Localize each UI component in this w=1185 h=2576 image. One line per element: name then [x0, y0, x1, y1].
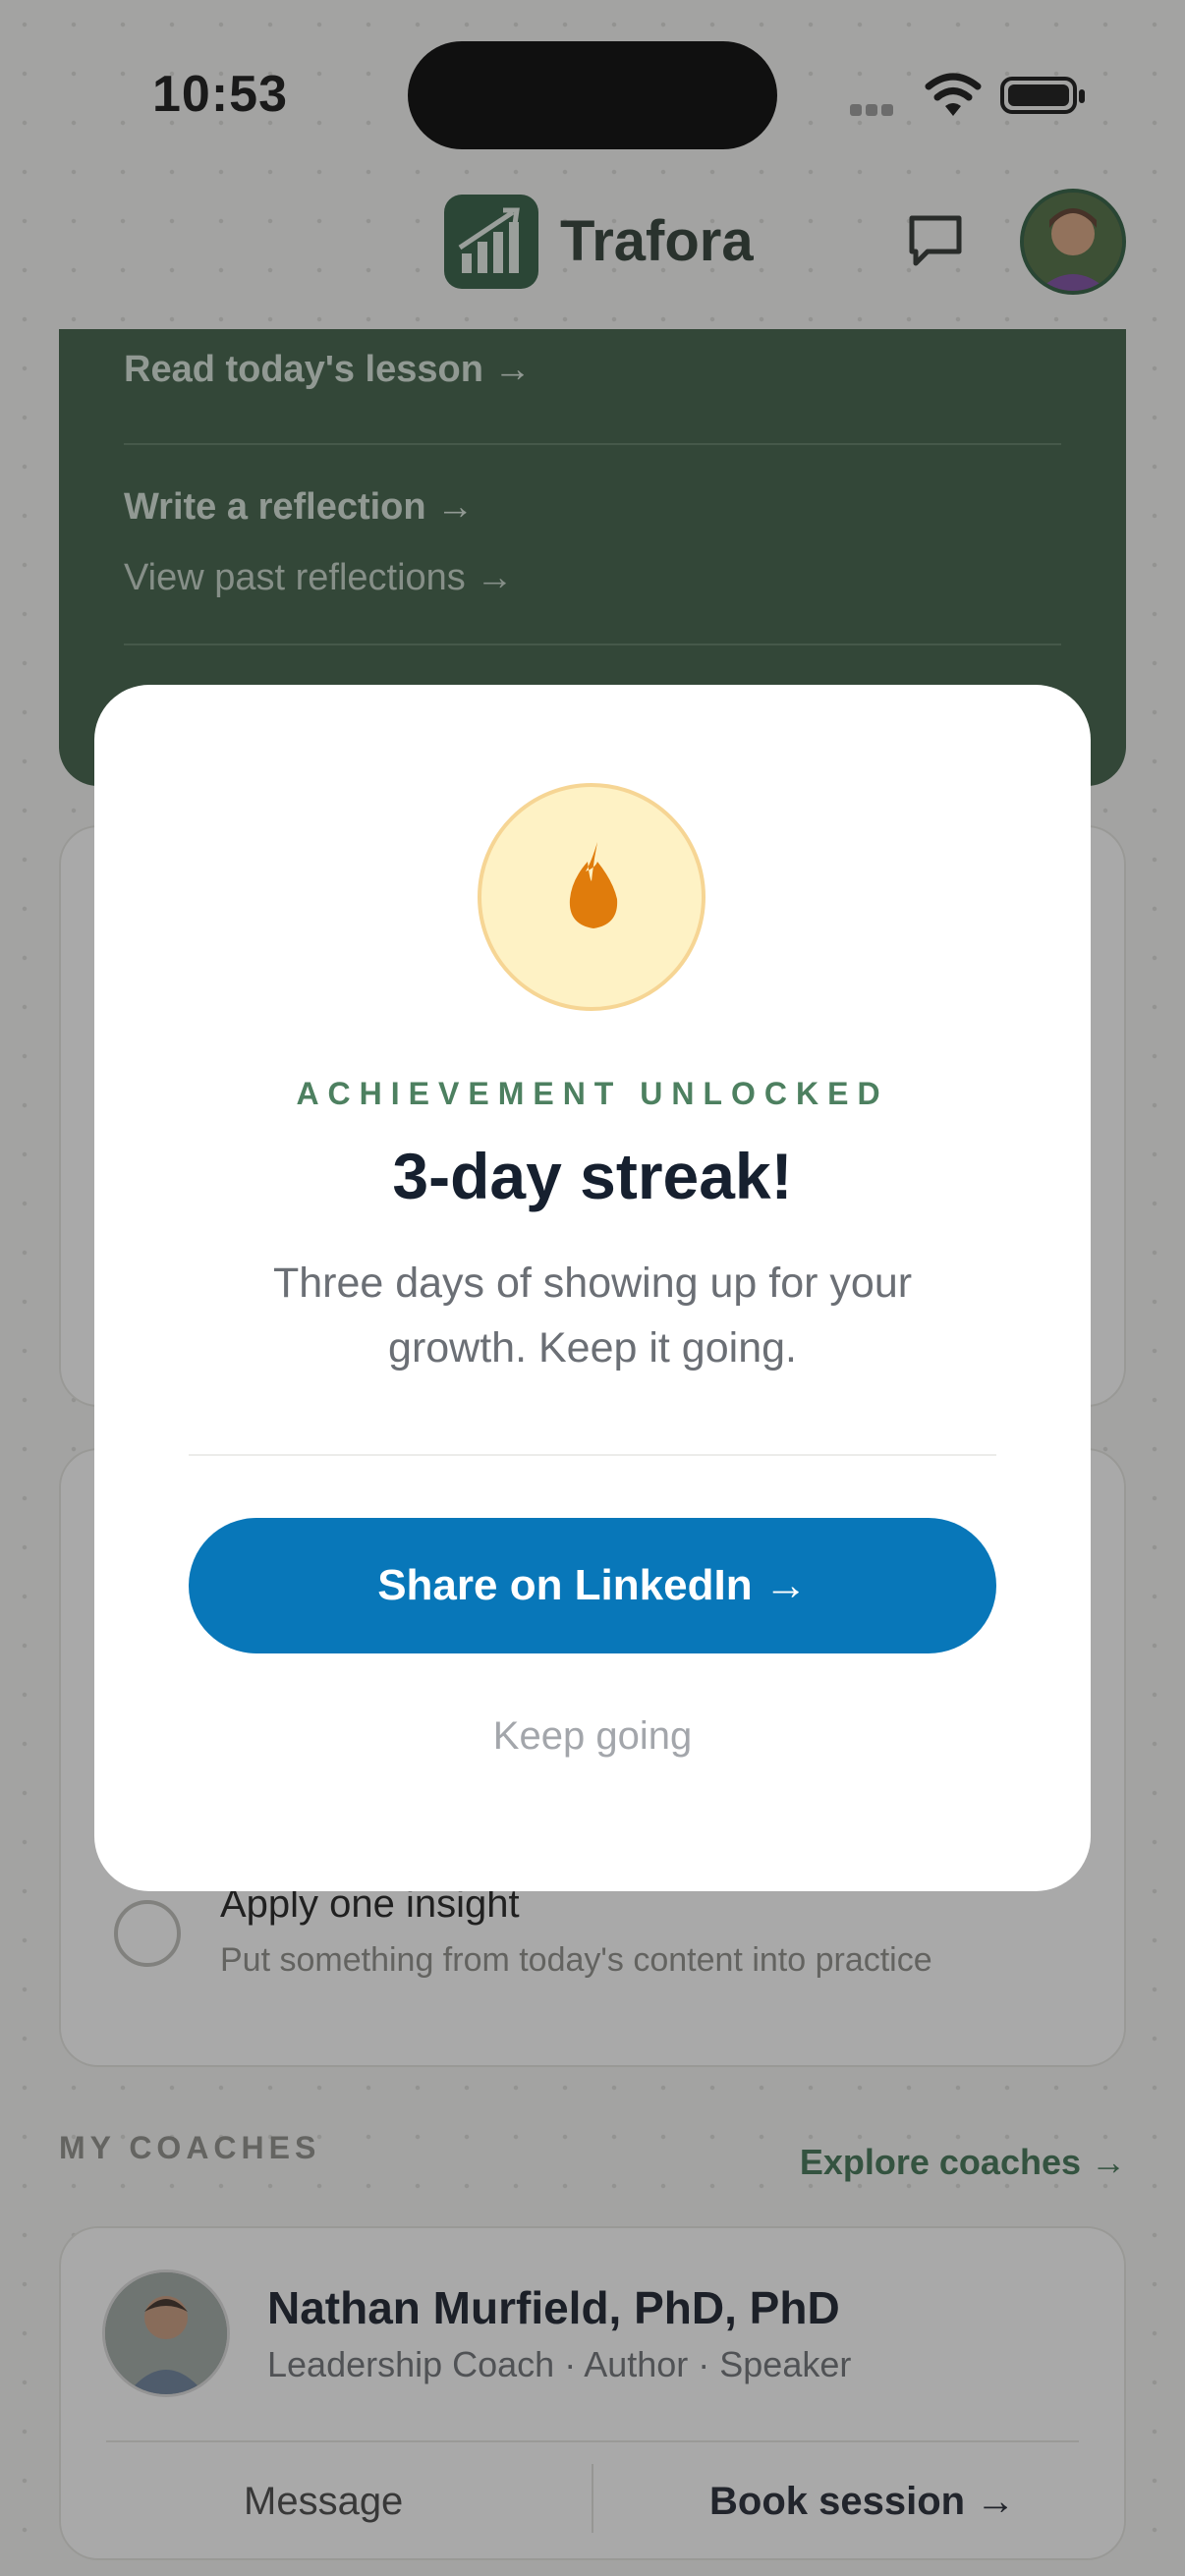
- modal-title: 3-day streak!: [392, 1140, 793, 1212]
- modal-eyebrow: ACHIEVEMENT UNLOCKED: [296, 1076, 889, 1111]
- modal-description: Three days of showing up for your growth…: [272, 1260, 913, 1372]
- keep-going-button[interactable]: Keep going: [94, 1714, 1091, 1759]
- flame-badge: [478, 783, 705, 1011]
- divider: [189, 1454, 996, 1456]
- achievement-modal: ACHIEVEMENT UNLOCKED 3-day streak! Three…: [94, 685, 1091, 1891]
- share-linkedin-button[interactable]: Share on LinkedIn →: [189, 1518, 996, 1653]
- flame-icon: [569, 842, 618, 928]
